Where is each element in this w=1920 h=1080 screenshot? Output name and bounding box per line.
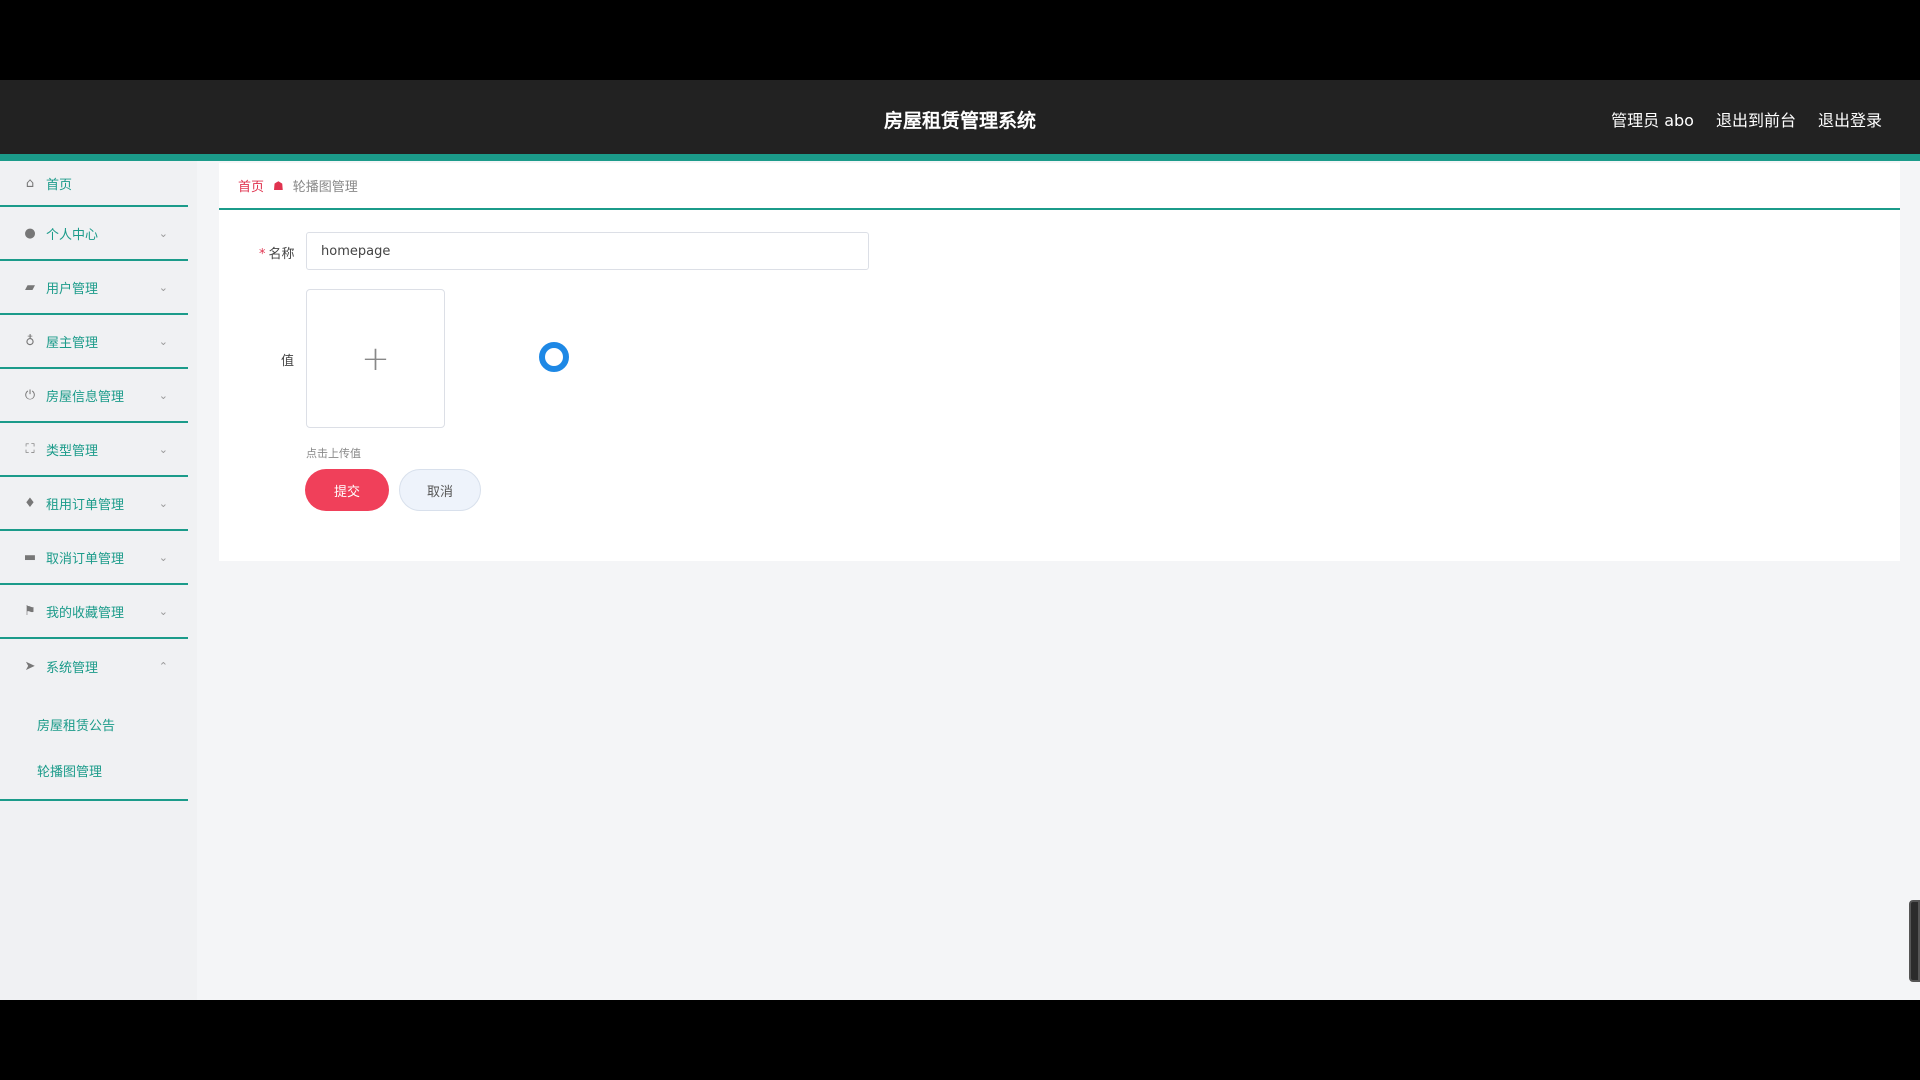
sidebar-item-rent-orders[interactable]: ♦ 租用订单管理 ⌄ bbox=[0, 477, 188, 531]
exit-to-frontend-link[interactable]: 退出到前台 bbox=[1716, 107, 1796, 131]
admin-user-label: 管理员 abo bbox=[1611, 111, 1694, 130]
main-content: 首页 ☗ 轮播图管理 *名称 值 + 点击上传值 提交 取消 bbox=[219, 163, 1900, 561]
user-icon: ● bbox=[24, 225, 36, 241]
value-label: 值 bbox=[281, 354, 295, 369]
letterbox-top bbox=[0, 0, 1920, 80]
chevron-down-icon: ⌄ bbox=[158, 388, 168, 402]
app-window: 房屋租赁管理系统 管理员 abo 退出到前台 退出登录 ⌂ 首页 ● 个人中心 … bbox=[0, 80, 1920, 1000]
breadcrumb-separator-icon: ☗ bbox=[273, 178, 284, 193]
letterbox-bottom bbox=[0, 1000, 1920, 1080]
header-actions: 管理员 abo 退出到前台 退出登录 bbox=[1611, 107, 1882, 131]
sidebar-item-cancel-orders[interactable]: ▬ 取消订单管理 ⌄ bbox=[0, 531, 188, 585]
chevron-up-icon: ⌃ bbox=[158, 659, 168, 673]
chevron-down-icon: ⌄ bbox=[158, 604, 168, 618]
submenu-item-carousel[interactable]: 轮播图管理 bbox=[0, 747, 188, 793]
sidebar-item-label: 取消订单管理 bbox=[46, 551, 125, 567]
sidebar-item-label: 系统管理 bbox=[46, 660, 99, 676]
sidebar-item-label: 房屋信息管理 bbox=[46, 389, 125, 405]
power-icon: ⏻ bbox=[24, 387, 36, 403]
briefcase-icon: ▬ bbox=[23, 549, 37, 565]
logout-link[interactable]: 退出登录 bbox=[1818, 107, 1882, 131]
sidebar-item-users[interactable]: ▰ 用户管理 ⌄ bbox=[0, 261, 188, 315]
plus-icon: + bbox=[361, 338, 390, 379]
home-icon: ⌂ bbox=[25, 175, 35, 191]
sidebar-item-label: 首页 bbox=[46, 177, 73, 193]
breadcrumb: 首页 ☗ 轮播图管理 bbox=[219, 163, 1900, 210]
send-icon: ➤ bbox=[24, 658, 36, 674]
sidebar-item-label: 个人中心 bbox=[46, 227, 99, 243]
chevron-down-icon: ⌄ bbox=[158, 496, 168, 510]
sidebar-item-label: 用户管理 bbox=[46, 281, 99, 297]
top-header: 房屋租赁管理系统 管理员 abo 退出到前台 退出登录 bbox=[0, 80, 1920, 154]
breadcrumb-current: 轮播图管理 bbox=[292, 180, 358, 195]
breadcrumb-home[interactable]: 首页 bbox=[238, 176, 264, 195]
upload-tip: 点击上传值 bbox=[306, 447, 361, 460]
flag-icon: ⚑ bbox=[24, 603, 36, 619]
sidebar-item-label: 租用订单管理 bbox=[46, 497, 125, 513]
sidebar-item-profile[interactable]: ● 个人中心 ⌄ bbox=[0, 207, 188, 261]
chart-icon: ▰ bbox=[25, 279, 35, 295]
system-submenu: 房屋租赁公告 轮播图管理 bbox=[0, 693, 188, 801]
header-accent-bar bbox=[0, 154, 1920, 161]
image-upload-box[interactable]: + bbox=[306, 289, 445, 428]
sidebar-item-favorites[interactable]: ⚑ 我的收藏管理 ⌄ bbox=[0, 585, 188, 639]
chevron-down-icon: ⌄ bbox=[158, 280, 168, 294]
loading-spinner-icon bbox=[539, 342, 569, 372]
cancel-button[interactable]: 取消 bbox=[399, 469, 481, 511]
sidebar-menu: ⌂ 首页 ● 个人中心 ⌄ ▰ 用户管理 ⌄ ♁ 屋主管理 ⌄ ⏻ 房屋信息管理 bbox=[0, 161, 188, 801]
name-input[interactable] bbox=[306, 232, 869, 270]
bulb-icon: ♦ bbox=[24, 495, 36, 511]
submit-button[interactable]: 提交 bbox=[305, 469, 389, 511]
sidebar-item-types[interactable]: ⛶ 类型管理 ⌄ bbox=[0, 423, 188, 477]
chevron-down-icon: ⌄ bbox=[158, 226, 168, 240]
sidebar-item-label: 屋主管理 bbox=[46, 335, 99, 351]
sidebar-item-owners[interactable]: ♁ 屋主管理 ⌄ bbox=[0, 315, 188, 369]
scrollbar-handle[interactable] bbox=[1909, 900, 1920, 982]
sidebar-item-system[interactable]: ➤ 系统管理 ⌃ bbox=[0, 639, 188, 693]
chevron-down-icon: ⌄ bbox=[158, 442, 168, 456]
chevron-down-icon: ⌄ bbox=[158, 334, 168, 348]
submenu-item-announcements[interactable]: 房屋租赁公告 bbox=[0, 701, 188, 747]
sidebar-item-home[interactable]: ⌂ 首页 bbox=[0, 161, 188, 207]
name-label: * 名称 bbox=[259, 247, 295, 262]
sidebar: ⌂ 首页 ● 个人中心 ⌄ ▰ 用户管理 ⌄ ♁ 屋主管理 ⌄ ⏻ 房屋信息管理 bbox=[0, 161, 197, 1000]
required-marker: * bbox=[259, 247, 266, 262]
sidebar-item-houses[interactable]: ⏻ 房屋信息管理 ⌄ bbox=[0, 369, 188, 423]
mic-icon: ♁ bbox=[25, 333, 35, 349]
sidebar-item-label: 类型管理 bbox=[46, 443, 99, 459]
expand-icon: ⛶ bbox=[25, 441, 35, 457]
chevron-down-icon: ⌄ bbox=[158, 550, 168, 564]
sidebar-item-label: 我的收藏管理 bbox=[46, 605, 125, 621]
